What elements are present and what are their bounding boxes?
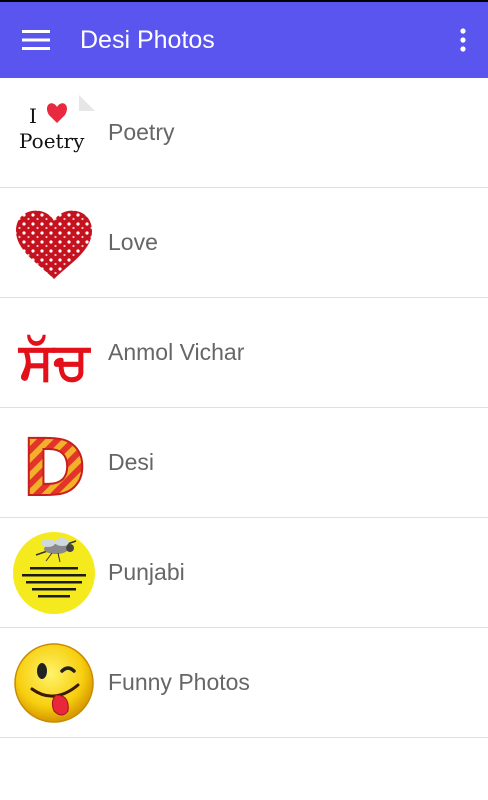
i-love-poetry-icon: I Poetry bbox=[19, 94, 95, 153]
list-item-love[interactable]: Love bbox=[0, 188, 488, 298]
list-item-thumbnail bbox=[0, 518, 108, 627]
list-item-funny-photos[interactable]: Funny Photos bbox=[0, 628, 488, 738]
list-item-label: Love bbox=[108, 229, 158, 255]
punjabi-script-icon: ਸੱਚ bbox=[17, 332, 92, 392]
category-list: I Poetry Poetry Love ਸੱਚ Anmol Vichar D … bbox=[0, 78, 488, 738]
list-item-label: Funny Photos bbox=[108, 669, 250, 695]
list-item-thumbnail: ਸੱਚ bbox=[0, 298, 108, 407]
overflow-dots-icon bbox=[460, 28, 466, 52]
letter-d-logo-icon: D bbox=[21, 423, 88, 503]
hamburger-menu-icon bbox=[22, 30, 50, 50]
heart-of-hearts-icon bbox=[16, 210, 92, 279]
list-item-label: Desi bbox=[108, 449, 155, 475]
list-item-thumbnail: D bbox=[0, 408, 108, 517]
list-item-punjabi[interactable]: Punjabi bbox=[0, 518, 488, 628]
app-bar: Desi Photos bbox=[0, 2, 488, 78]
list-item-label: Punjabi bbox=[108, 559, 185, 585]
list-item-desi[interactable]: D Desi bbox=[0, 408, 488, 518]
list-item-poetry[interactable]: I Poetry Poetry bbox=[0, 78, 488, 188]
svg-text:D: D bbox=[22, 424, 87, 503]
svg-text:ਸੱਚ: ਸੱਚ bbox=[17, 332, 92, 392]
list-item-thumbnail: I Poetry bbox=[0, 78, 108, 187]
svg-text:I: I bbox=[29, 104, 37, 128]
tongue-out-smiley-icon bbox=[14, 642, 94, 723]
punjabi-mosquito-meme-icon bbox=[13, 531, 95, 614]
overflow-menu-button[interactable] bbox=[448, 2, 478, 78]
app-title: Desi Photos bbox=[80, 25, 215, 54]
svg-text:Poetry: Poetry bbox=[19, 129, 85, 153]
list-item-label: Poetry bbox=[108, 119, 175, 145]
menu-button[interactable] bbox=[0, 2, 72, 78]
list-item-thumbnail bbox=[0, 628, 108, 737]
list-item-anmol-vichar[interactable]: ਸੱਚ Anmol Vichar bbox=[0, 298, 488, 408]
list-item-thumbnail bbox=[0, 188, 108, 297]
list-item-label: Anmol Vichar bbox=[108, 339, 245, 365]
